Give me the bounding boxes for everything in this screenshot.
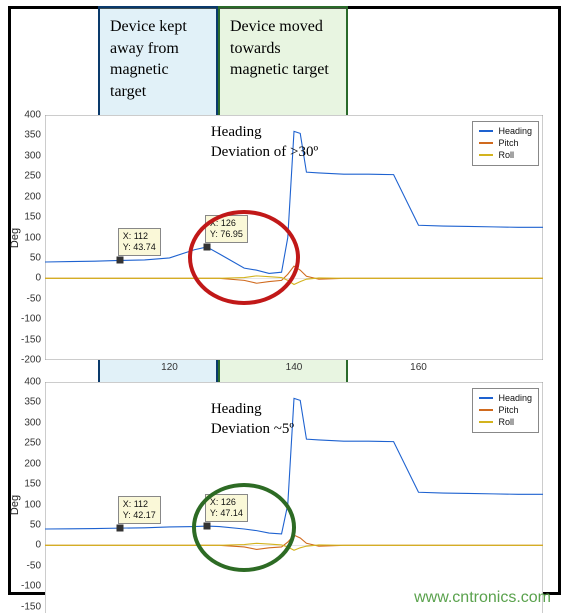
datatip-marker <box>116 525 123 532</box>
y-tick: 200 <box>24 191 45 202</box>
y-tick: 50 <box>30 519 45 530</box>
y-tick: 350 <box>24 397 45 408</box>
y-tick: -150 <box>21 601 45 612</box>
annotation-text: Heading Deviation ~5º <box>211 400 321 439</box>
y-tick: 200 <box>24 458 45 469</box>
y-tick: 300 <box>24 417 45 428</box>
annotation-text: Heading Deviation of >30º <box>211 123 321 162</box>
y-axis-label: Deg <box>9 227 21 247</box>
y-tick: 350 <box>24 130 45 141</box>
y-tick: 250 <box>24 171 45 182</box>
datatip-x: X: 112 <box>123 499 156 510</box>
legend-swatch <box>479 130 493 132</box>
legend-swatch <box>479 397 493 399</box>
y-tick: -200 <box>21 355 45 366</box>
legend-item: Heading <box>479 392 532 404</box>
highlight-circle <box>192 483 296 571</box>
y-tick: 150 <box>24 479 45 490</box>
y-tick: 0 <box>35 273 45 284</box>
datatip: X: 112Y: 43.74 <box>118 228 161 256</box>
legend-swatch <box>479 142 493 144</box>
legend-label: Pitch <box>498 137 518 149</box>
legend-item: Pitch <box>479 404 532 416</box>
legend-label: Roll <box>498 416 514 428</box>
zone-towards-label: Device moved towards magnetic target <box>230 16 336 81</box>
zone-away-label: Device kept away from magnetic target <box>110 16 206 102</box>
y-tick: -100 <box>21 581 45 592</box>
y-tick: 250 <box>24 438 45 449</box>
legend-item: Pitch <box>479 137 532 149</box>
legend-label: Pitch <box>498 404 518 416</box>
watermark: www.cntronics.com <box>414 589 551 607</box>
legend-label: Heading <box>498 392 532 404</box>
highlight-circle <box>188 210 300 305</box>
y-tick: 100 <box>24 499 45 510</box>
series-roll <box>45 543 543 550</box>
y-tick: 50 <box>30 252 45 263</box>
legend-item: Roll <box>479 416 532 428</box>
x-tick: 120 <box>161 360 178 373</box>
legend: HeadingPitchRoll <box>472 388 539 433</box>
datatip-x: X: 112 <box>123 231 156 242</box>
legend-label: Heading <box>498 125 532 137</box>
legend-swatch <box>479 154 493 156</box>
y-tick: 400 <box>24 110 45 121</box>
y-axis-label: Deg <box>9 494 21 514</box>
legend-swatch <box>479 409 493 411</box>
y-tick: 400 <box>24 377 45 388</box>
x-tick: 140 <box>286 360 303 373</box>
y-tick: 150 <box>24 212 45 223</box>
datatip-y: Y: 43.74 <box>123 242 156 253</box>
y-tick: -100 <box>21 314 45 325</box>
y-tick: -150 <box>21 334 45 345</box>
legend-item: Roll <box>479 149 532 161</box>
y-tick: 100 <box>24 232 45 243</box>
y-tick: -50 <box>27 560 45 571</box>
datatip-marker <box>116 257 123 264</box>
legend-item: Heading <box>479 125 532 137</box>
chart-bottom: Deg -200-150-100-50050100150200250300350… <box>45 382 543 613</box>
figure-viewport: Device kept away from magnetic target De… <box>0 0 569 613</box>
datatip: X: 112Y: 42.17 <box>118 496 161 524</box>
y-tick: 0 <box>35 540 45 551</box>
x-tick: 160 <box>410 360 427 373</box>
y-tick: -50 <box>27 293 45 304</box>
datatip-y: Y: 42.17 <box>123 510 156 521</box>
legend-swatch <box>479 421 493 423</box>
chart-top: Deg -200-150-100-50050100150200250300350… <box>45 115 543 360</box>
legend-label: Roll <box>498 149 514 161</box>
y-tick: 300 <box>24 150 45 161</box>
legend: HeadingPitchRoll <box>472 121 539 166</box>
